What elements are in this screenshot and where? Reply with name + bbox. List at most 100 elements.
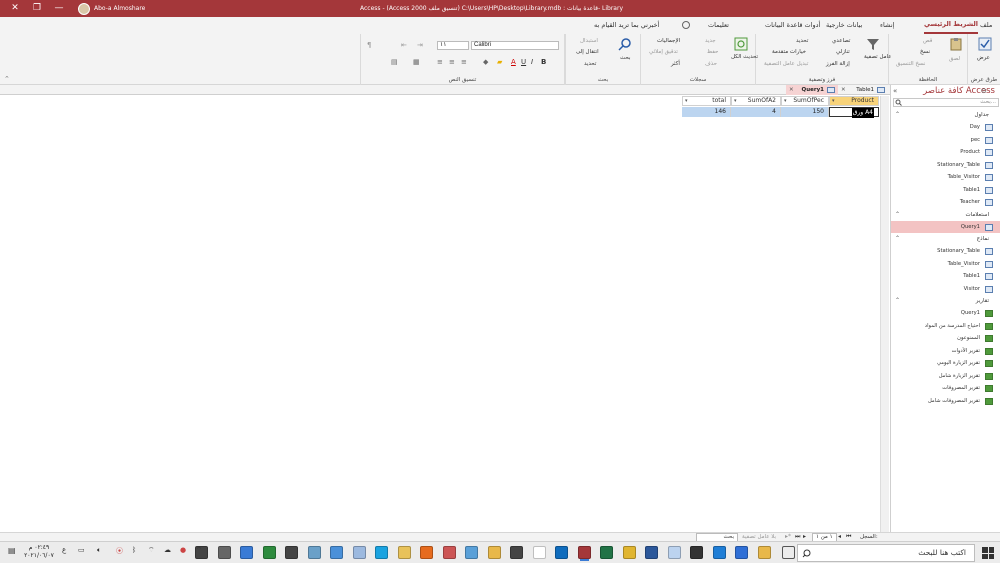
cloud-icon[interactable]: ☁ xyxy=(164,546,171,554)
outdent-icon[interactable]: ⇤ xyxy=(401,41,407,49)
align-center-icon[interactable]: ≡ xyxy=(449,58,455,66)
disk-icon[interactable] xyxy=(307,546,321,559)
view-button[interactable]: عرض xyxy=(977,55,990,61)
tellme-box[interactable]: أخبرني بما تريد القيام به xyxy=(594,17,659,34)
highlight-icon[interactable]: ▰ xyxy=(497,58,502,66)
bluetooth-icon[interactable]: ᛒ xyxy=(132,546,136,554)
bold-button[interactable]: B xyxy=(541,58,546,66)
collapse-nav-icon[interactable]: « xyxy=(893,87,897,95)
tab-external-data[interactable]: بيانات خارجية xyxy=(826,17,862,34)
column-header-product[interactable]: Product ▾ xyxy=(829,96,879,106)
replace-button[interactable]: استبدال xyxy=(580,38,598,44)
close-tab-icon[interactable]: ✕ xyxy=(841,85,846,95)
font-color-button[interactable]: A xyxy=(511,58,516,66)
goto-button[interactable]: انتقال إلى xyxy=(576,49,599,55)
nav-section-header[interactable]: ⌃ استعلامات xyxy=(891,209,1000,221)
nav-item[interactable]: Query1 xyxy=(891,307,1000,320)
collapse-ribbon-icon[interactable]: ⌃ xyxy=(4,75,10,83)
nav-item[interactable]: الممنوعون xyxy=(891,332,1000,345)
copy-button[interactable]: نسخ xyxy=(920,49,930,55)
advanced-button[interactable]: خيارات متقدمة xyxy=(772,49,806,55)
language-indicator[interactable]: ع xyxy=(62,546,66,554)
excel-icon[interactable] xyxy=(600,546,613,559)
nav-item[interactable]: Stationary_Table xyxy=(891,159,1000,172)
user-account[interactable]: Abo-a Almoshare xyxy=(78,2,145,15)
font-name-box[interactable]: Calibri xyxy=(471,41,559,50)
firefox-icon[interactable] xyxy=(420,546,433,559)
gridlines-icon[interactable]: ▦ xyxy=(413,58,420,66)
nav-item[interactable]: Teacher xyxy=(891,196,1000,209)
nav-section-header[interactable]: ⌃ جداول xyxy=(891,109,1000,121)
totals-button[interactable]: الإجماليات xyxy=(657,38,680,44)
select-button[interactable]: تحديد xyxy=(584,61,596,67)
mail-icon[interactable] xyxy=(510,546,523,559)
access-icon[interactable] xyxy=(577,546,591,561)
find-icon[interactable] xyxy=(618,37,632,51)
refresh-all-icon[interactable] xyxy=(734,37,748,51)
nav-item[interactable]: تقرير الزيارة شامل xyxy=(891,370,1000,383)
nav-dropdown-icon[interactable]: ⊙ xyxy=(981,87,987,95)
tab-create[interactable]: إنشاء xyxy=(880,17,894,34)
word-icon[interactable] xyxy=(645,546,658,559)
clock[interactable]: ٠٢:٤٩ م ٢٠٢١/٠٦/٠٧ xyxy=(24,544,54,560)
notes-icon[interactable] xyxy=(532,546,546,559)
cell-total[interactable]: 146 xyxy=(682,107,731,117)
network-icon[interactable]: ⌔ xyxy=(148,546,155,555)
delete-record-button[interactable]: حذف xyxy=(705,61,717,67)
chrome-icon[interactable] xyxy=(622,546,636,559)
rtl-icon[interactable]: ¶ xyxy=(367,41,371,49)
view-icon[interactable] xyxy=(978,37,992,51)
column-header-sumofpec[interactable]: SumOfPec ▾ xyxy=(781,96,829,106)
outlook-icon[interactable] xyxy=(555,546,568,559)
last-record-icon[interactable]: ⏭ xyxy=(795,533,800,541)
minimize-window-button[interactable]: — xyxy=(44,0,74,17)
photos-icon[interactable] xyxy=(465,546,478,559)
record-icon[interactable]: ⦿ xyxy=(116,546,123,556)
nav-search-input[interactable]: بحث... xyxy=(893,98,999,107)
tab-database-tools[interactable]: أدوات قاعدة البيانات xyxy=(765,17,820,34)
nav-section-header[interactable]: ⌃ نماذج xyxy=(891,233,1000,245)
align-left-icon[interactable]: ≡ xyxy=(437,58,443,66)
toggle-filter-button[interactable]: تبديل عامل التصفية xyxy=(764,61,808,67)
fill-color-icon[interactable]: ◆ xyxy=(483,58,488,66)
paste-button[interactable]: لصق xyxy=(949,56,960,62)
java-icon[interactable] xyxy=(442,546,456,559)
dropbox-icon[interactable] xyxy=(667,546,681,559)
windows-start-icon[interactable] xyxy=(982,547,994,559)
chrome-alt-icon[interactable] xyxy=(240,546,253,559)
font-size-box[interactable]: ١١ xyxy=(437,41,469,50)
nav-item[interactable]: تقرير الزيارة اليومي xyxy=(891,357,1000,370)
italic-button[interactable]: I xyxy=(531,58,533,66)
selection-button[interactable]: تحديد xyxy=(796,38,808,44)
nav-item[interactable]: احتياج المدرسة من المواد xyxy=(891,320,1000,333)
nav-item[interactable]: تقرير المصروفات شامل xyxy=(891,395,1000,408)
refresh-all-button[interactable]: تحديث الكل xyxy=(731,54,758,60)
ascending-button[interactable]: تصاعدي xyxy=(832,38,850,44)
calculator-icon[interactable] xyxy=(285,546,298,559)
save-record-button[interactable]: حفظ xyxy=(707,49,718,55)
nav-item[interactable]: Product xyxy=(891,146,1000,159)
prev-record-icon[interactable]: ◂ xyxy=(838,533,841,541)
cell-sumofpec[interactable]: 150 xyxy=(781,107,829,117)
filter-icon[interactable] xyxy=(866,37,880,51)
nav-item[interactable]: Table1 xyxy=(891,270,1000,283)
nav-item[interactable]: تقرير المصروفات xyxy=(891,382,1000,395)
filter-button[interactable]: عامل تصفية xyxy=(864,54,892,60)
close-tab-icon[interactable]: ✕ xyxy=(789,85,794,95)
folder-icon[interactable] xyxy=(487,546,501,559)
tab-query1[interactable]: ✕ Query1 xyxy=(786,85,838,95)
new-record-button[interactable]: جديد xyxy=(705,38,716,44)
security-icon[interactable] xyxy=(690,546,703,559)
tab-table1[interactable]: ✕ Table1 xyxy=(838,85,888,95)
task-view-icon[interactable] xyxy=(782,546,795,559)
spelling-button[interactable]: تدقيق إملائي xyxy=(649,49,678,55)
cell-product[interactable]: ورق A4 xyxy=(829,107,879,118)
first-record-icon[interactable]: ⏮ xyxy=(846,533,851,541)
nav-item[interactable]: تقرير الأدوات xyxy=(891,345,1000,358)
nav-section-header[interactable]: ⌃ تقارير xyxy=(891,295,1000,307)
tab-home[interactable]: الشريط الرئيسي xyxy=(924,17,978,34)
next-record-icon[interactable]: ▸ xyxy=(803,533,806,541)
file-explorer-icon[interactable] xyxy=(757,546,771,559)
vertical-scrollbar[interactable] xyxy=(880,96,889,532)
nav-item[interactable]: Visitor xyxy=(891,283,1000,296)
